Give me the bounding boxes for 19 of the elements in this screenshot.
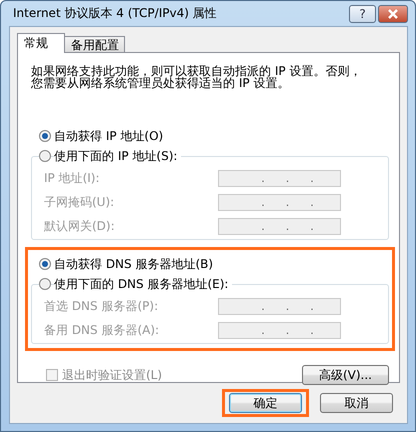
radio-option[interactable]: 自动获得 DNS 服务器地址(B) <box>39 254 389 274</box>
close-button[interactable] <box>378 4 408 22</box>
field-label: IP 地址(I): <box>44 170 101 186</box>
tab[interactable]: 常规 <box>17 33 65 53</box>
field-label: 备用 DNS 服务器(A): <box>44 322 160 338</box>
radio-option[interactable]: 使用下面的 IP 地址(S): <box>39 146 389 166</box>
radio-option[interactable]: 使用下面的 DNS 服务器地址(E): <box>39 274 389 294</box>
dialog-button[interactable]: 确定 <box>229 393 302 413</box>
tab[interactable]: 备用配置 <box>64 36 125 53</box>
advanced-button[interactable]: 高级(V)... <box>302 365 389 385</box>
description-text: 如果网络支持此功能，则可以获取自动指派的 IP 设置。否则，您需要从网络系统管理员处获得适当的 IP 设置。 <box>31 65 362 89</box>
radio-option[interactable]: 自动获得 IP 地址(O) <box>39 126 389 146</box>
field-label: 子网掩码(U): <box>44 194 116 210</box>
help-button[interactable]: ? <box>349 4 376 22</box>
close-icon <box>387 8 399 18</box>
dialog-button[interactable]: 取消 <box>320 393 393 413</box>
field-label: 默认网关(D): <box>44 218 116 234</box>
field-label: 首选 DNS 服务器(P): <box>44 298 160 314</box>
window-title: Internet 协议版本 4 (TCP/IPv4) 属性 <box>13 5 218 22</box>
